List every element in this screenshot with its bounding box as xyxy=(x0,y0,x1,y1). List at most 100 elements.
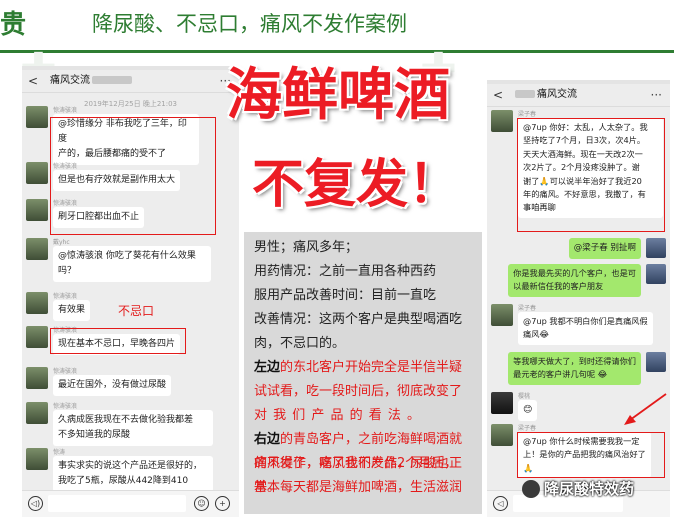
sender-name: 梁子春 xyxy=(518,305,537,312)
chat-title-text: 痛风交流 xyxy=(50,75,90,86)
signature-text: 降尿酸特效药 xyxy=(544,480,635,498)
more-icon[interactable]: ··· xyxy=(651,84,662,106)
message-text: 我吃了5瓶，尿酸从442降到410 xyxy=(58,476,189,486)
message-bubble[interactable]: 等我哪天做大了，到时还得请你们 最元老的客户讲几句呢 😂 xyxy=(508,352,641,385)
summary-line: 改善情况：这两个客户是典型喝酒吃 xyxy=(254,312,463,327)
message-text: 痛风😂 xyxy=(523,329,549,340)
message-bubble[interactable]: 你是我最先买的几个客户，也是可 以最新信任我的客户朋友 xyxy=(508,264,641,297)
message-bubble[interactable]: 最近在国外，没有做过尿酸 xyxy=(53,375,172,396)
avatar[interactable] xyxy=(646,264,666,284)
highlight-frame xyxy=(517,118,665,232)
summary-bold-label: 右边 xyxy=(254,432,281,447)
avatar[interactable] xyxy=(491,424,513,446)
message-bubble[interactable]: @7up 我都不明白你们是真痛风假 痛风😂 xyxy=(518,312,653,345)
headline-line2: 不复发！ xyxy=(252,155,461,215)
summary-line: 基本每天都是海鲜加啤酒，生活滋润 xyxy=(254,480,463,495)
chat-header: < 痛风交流 ··· xyxy=(22,70,239,93)
message-bubble[interactable]: @梁子春 别扯啊 xyxy=(568,238,641,259)
avatar[interactable] xyxy=(26,106,48,128)
sender-name: 戴yhc xyxy=(53,239,70,246)
avatar[interactable] xyxy=(646,238,666,258)
arrow-icon xyxy=(624,393,667,425)
avatar[interactable] xyxy=(491,304,513,326)
message-text: 最近在国外，没有做过尿酸 xyxy=(58,380,167,390)
chat-title: 痛风交流 xyxy=(50,70,132,92)
wechat-account-icon xyxy=(522,479,540,498)
account-signature: 降尿酸特效药 xyxy=(522,478,672,502)
avatar[interactable] xyxy=(26,292,48,314)
summary-line: 的不得了，痛风也不发作，尿酸也正 xyxy=(254,456,463,471)
summary-line: 肉，不忌口的。 xyxy=(254,336,346,351)
summary-line: 服用产品改善时间：目前一直吃 xyxy=(254,288,437,303)
sender-name: 梁子春 xyxy=(518,111,537,118)
sender-name: 梁子春 xyxy=(518,425,537,432)
avatar[interactable] xyxy=(26,326,48,348)
summary-line: 右边的青岛客户，之前吃海鲜喝酒就 xyxy=(254,428,462,452)
no-diet-restriction-tag: 不忌口 xyxy=(118,304,155,318)
back-icon[interactable]: < xyxy=(493,84,503,106)
message-text: 吗？ xyxy=(58,266,77,276)
headline-line1: 海鲜啤酒 xyxy=(226,63,450,128)
sender-name: 惊涛 xyxy=(53,449,66,456)
chat-title: 痛风交流 xyxy=(515,84,577,106)
message-text: @惊涛骇浪 你吃了葵花有什么效果 xyxy=(58,251,196,261)
page-title: 降尿酸、不忌口，痛风不发作案例 xyxy=(92,12,407,36)
summary-line: 用药情况：之前一直用各种西药 xyxy=(254,264,437,279)
summary-bold-label: 左边 xyxy=(254,360,281,375)
avatar[interactable] xyxy=(26,448,48,470)
emoji-icon[interactable]: ☺ xyxy=(194,496,209,511)
avatar[interactable] xyxy=(491,392,513,414)
message-input[interactable] xyxy=(48,495,186,512)
message-text: 不多知道我的尿酸 xyxy=(58,430,131,440)
highlight-frame xyxy=(517,432,665,478)
blurred-name xyxy=(515,90,535,98)
message-text: 以最新信任我的客户朋友 xyxy=(513,281,604,292)
summary-line: 对 我 们 产 品 的 看 法 。 xyxy=(254,408,422,423)
avatar[interactable] xyxy=(26,199,48,221)
message-bubble[interactable]: 😊 xyxy=(518,400,538,421)
blurred-count xyxy=(92,76,132,84)
message-text: 😊 xyxy=(523,405,533,415)
message-bubble[interactable]: 有效果 xyxy=(53,300,91,321)
summary-red-text: 的东北客户开始完全是半信半疑 xyxy=(280,360,463,375)
avatar[interactable] xyxy=(26,162,48,184)
chat-header: < 痛风交流 ··· xyxy=(487,84,670,107)
voice-icon[interactable]: ◁ xyxy=(493,496,508,511)
avatar[interactable] xyxy=(646,352,666,372)
sender-name: 惊涛骇浪 xyxy=(53,293,78,300)
highlight-frame xyxy=(50,328,186,354)
right-chat-screenshot: < 痛风交流 ··· 梁子春 @7up 你好：太乱，人太杂了。我 坚持吃了7个月… xyxy=(487,80,670,517)
message-text: 最元老的客户讲几句呢 😂 xyxy=(513,369,608,380)
sender-name: 惊涛骇浪 xyxy=(53,403,78,410)
left-chat-screenshot: < 痛风交流 ··· 2019年12月25日 晚上21:03 惊涛骇浪 @珍惜缘… xyxy=(22,66,239,517)
message-text: 有效果 xyxy=(58,305,86,315)
message-bubble[interactable]: @惊涛骇浪 你吃了葵花有什么效果 吗？ xyxy=(53,246,211,282)
message-text: @梁子春 别扯啊 xyxy=(573,243,636,253)
avatar[interactable] xyxy=(26,367,48,389)
summary-line: 试试看，吃一段时间后，彻底改变了 xyxy=(254,384,463,399)
header-divider xyxy=(0,50,674,53)
message-text: 你是我最先买的几个客户，也是可 xyxy=(513,268,636,278)
avatar[interactable] xyxy=(491,110,513,132)
message-text: 等我哪天做大了，到时还得请你们 xyxy=(513,356,636,366)
highlight-frame xyxy=(50,117,216,235)
header-bar: 贵 降尿酸、不忌口，痛风不发作案例 xyxy=(0,0,674,50)
summary-red-text: 的青岛客户，之前吃海鲜喝酒就 xyxy=(280,432,463,447)
message-text: @7up 我都不明白你们是真痛风假 xyxy=(523,316,648,326)
summary-line: 男性；痛风多年； xyxy=(254,240,359,255)
sender-name: 樱桃 xyxy=(518,393,531,400)
message-text: 久病成医我现在不去做化验我都差 xyxy=(58,415,194,425)
message-text: 事实求实的说这个产品还是很好的， xyxy=(58,461,203,471)
plus-icon[interactable]: + xyxy=(215,496,230,511)
message-bubble[interactable]: 事实求实的说这个产品还是很好的， 我吃了5瓶，尿酸从442降到410 xyxy=(53,456,213,492)
avatar[interactable] xyxy=(26,402,48,424)
chat-title-text: 痛风交流 xyxy=(537,89,577,100)
sender-name: 惊涛骇浪 xyxy=(53,107,78,114)
back-icon[interactable]: < xyxy=(28,70,38,92)
avatar[interactable] xyxy=(26,238,48,260)
brand-char: 贵 xyxy=(0,10,27,40)
summary-line: 左边的东北客户开始完全是半信半疑 xyxy=(254,356,462,380)
message-bubble[interactable]: 久病成医我现在不去做化验我都差 不多知道我的尿酸 xyxy=(53,410,213,446)
summary-line: 常。 xyxy=(254,480,281,495)
voice-icon[interactable]: ◁) xyxy=(28,496,43,511)
